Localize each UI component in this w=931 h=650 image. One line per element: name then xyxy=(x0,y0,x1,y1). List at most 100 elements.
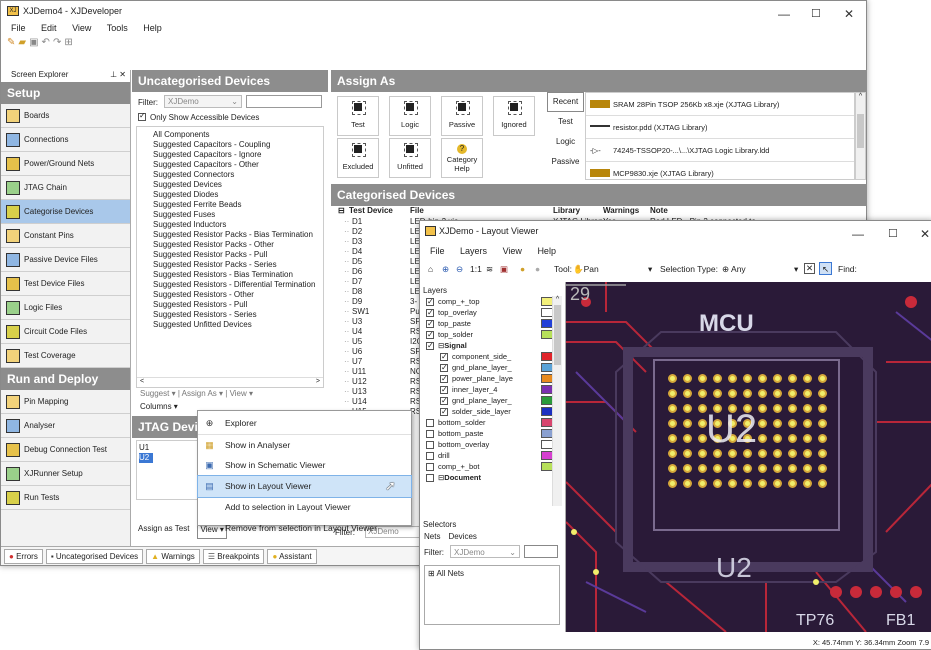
uncat-list-item[interactable]: Suggested Resistor Packs - Bias Terminat… xyxy=(153,230,323,240)
tab-passive[interactable]: Passive xyxy=(547,152,584,172)
close-button[interactable]: ✕ xyxy=(844,7,854,21)
explorer-pin-close[interactable]: ⊥ ✕ xyxy=(110,70,126,79)
clear-selection-icon[interactable]: ✕ xyxy=(804,263,815,274)
menu-help[interactable]: Help xyxy=(143,23,162,33)
pcb-canvas[interactable]: MCU U2 U2 TP76 FB1 29 xyxy=(566,282,931,632)
layer-checkbox[interactable] xyxy=(426,440,434,449)
uncat-list-item[interactable]: All Components xyxy=(153,130,323,140)
only-show-row[interactable]: Only Show Accessible Devices xyxy=(132,110,328,124)
layer-row[interactable]: solder_side_layer xyxy=(426,406,565,417)
ctx-explorer[interactable]: ⊕ Explorer xyxy=(198,413,411,434)
assign-passive-button[interactable]: Passive xyxy=(441,96,483,136)
setup-boards[interactable]: Boards xyxy=(1,104,130,128)
assign-category-help-button[interactable]: ? Category Help xyxy=(441,138,483,178)
layer-row[interactable]: gnd_plane_layer_ xyxy=(426,395,565,406)
tab-logic[interactable]: Logic xyxy=(547,132,584,152)
setup-jtag-chain[interactable]: JTAG Chain xyxy=(1,176,130,200)
layer-checkbox[interactable] xyxy=(440,373,448,384)
uncat-list-item[interactable]: Suggested Resistors - Series xyxy=(153,310,323,320)
home-icon[interactable]: ⌂ xyxy=(428,260,433,278)
layer-row[interactable]: bottom_paste xyxy=(426,428,565,439)
lv-menu-file[interactable]: File xyxy=(430,246,445,256)
uncat-list-item[interactable]: Suggested Resistors - Other xyxy=(153,290,323,300)
layer-checkbox[interactable] xyxy=(426,462,434,471)
setup-test-device-files[interactable]: Test Device Files xyxy=(1,272,130,296)
setup-logic-files[interactable]: Logic Files xyxy=(1,296,130,320)
library-item[interactable]: -▷- 74245-TSSOP20-...\...\XJTAG Logic Lib… xyxy=(586,139,854,162)
layer-row[interactable]: bottom_overlay xyxy=(426,439,565,450)
layer-row[interactable]: ⊟ Signal xyxy=(426,340,565,351)
only-show-checkbox[interactable] xyxy=(138,111,146,121)
next-icon[interactable]: ● xyxy=(535,260,540,278)
layer-row[interactable]: power_plane_laye xyxy=(426,373,565,384)
grid-icon[interactable]: ⊞ xyxy=(64,37,75,48)
tab-devices[interactable]: Devices xyxy=(448,532,476,541)
lv-menu-view[interactable]: View xyxy=(503,246,522,256)
uncat-list-item[interactable]: Suggested Resistor Packs - Pull xyxy=(153,250,323,260)
lv-menu-layers[interactable]: Layers xyxy=(460,246,487,256)
library-item[interactable]: resistor.pdd (XJTAG Library) xyxy=(586,116,854,139)
menu-tools[interactable]: Tools xyxy=(107,23,128,33)
uncat-toolbar[interactable]: Suggest ▾ | Assign As ▾ | View ▾ xyxy=(132,388,328,400)
layer-row[interactable]: gnd_plane_layer_ xyxy=(426,362,565,373)
library-item[interactable]: SRAM 28Pin TSOP 256Kb x8.xje (XJTAG Libr… xyxy=(586,93,854,116)
selection-type-combo[interactable]: ⊕ Any xyxy=(722,260,746,278)
library-scrollbar[interactable]: ^ xyxy=(855,92,866,180)
uncat-list-item[interactable]: Suggested Resistors - Pull xyxy=(153,300,323,310)
layer-checkbox[interactable] xyxy=(426,429,434,438)
assign-unfitted-button[interactable]: Unfitted xyxy=(389,138,431,178)
scroll-left-icon[interactable]: < xyxy=(140,378,144,385)
status-tab-breakpoints[interactable]: ☰ Breakpoints xyxy=(202,548,265,564)
new-icon[interactable]: ✎ xyxy=(7,37,18,48)
image-icon[interactable]: ▣ xyxy=(500,260,508,278)
zoom-in-icon[interactable]: ⊕ xyxy=(442,260,449,278)
status-tab-uncategorised-devices[interactable]: ▪ Uncategorised Devices xyxy=(45,548,144,564)
status-tab-warnings[interactable]: ▲ Warnings xyxy=(146,548,200,564)
scroll-up-icon[interactable]: ^ xyxy=(856,93,865,100)
layer-checkbox[interactable] xyxy=(440,362,448,373)
uncat-list-item[interactable]: Suggested Fuses xyxy=(153,210,323,220)
layer-checkbox[interactable] xyxy=(426,329,434,340)
minimize-button[interactable]: — xyxy=(778,7,790,21)
assign-excluded-button[interactable]: Excluded xyxy=(337,138,379,178)
setup-connections[interactable]: Connections xyxy=(1,128,130,152)
expand-icon[interactable]: ⊞ xyxy=(428,569,435,578)
ctx-show-in-schematic-viewer[interactable]: ▣ Show in Schematic Viewer xyxy=(198,455,411,476)
all-nets-item[interactable]: All Nets xyxy=(436,569,464,578)
uncat-list-item[interactable]: Suggested Devices xyxy=(153,180,323,190)
layer-row[interactable]: top_paste xyxy=(426,318,565,329)
assign-test-button[interactable]: Test xyxy=(337,96,379,136)
save-icon[interactable]: ▣ xyxy=(29,37,41,48)
lv-minimize-button[interactable]: — xyxy=(852,227,864,241)
zoom-1-1-icon[interactable]: 1:1 xyxy=(470,260,482,278)
lv-maximize-button[interactable]: ☐ xyxy=(888,227,898,240)
layer-checkbox[interactable] xyxy=(440,395,448,406)
tab-test[interactable]: Test xyxy=(547,112,584,132)
setup-circuit-code-files[interactable]: Circuit Code Files xyxy=(1,320,130,344)
layers-scroll-thumb[interactable] xyxy=(554,305,561,365)
layer-checkbox[interactable] xyxy=(426,340,434,351)
tab-nets[interactable]: Nets xyxy=(424,532,440,541)
uncat-list-item[interactable]: Suggested Inductors xyxy=(153,220,323,230)
layer-row[interactable]: comp_+_bot xyxy=(426,461,565,472)
menu-file[interactable]: File xyxy=(11,23,26,33)
select-pointer-icon[interactable]: ↖ xyxy=(819,262,832,275)
h-scrollbar[interactable]: < > xyxy=(137,377,323,387)
jtag-item-u2[interactable]: U2 xyxy=(139,453,153,463)
layer-row[interactable]: inner_layer_4 xyxy=(426,384,565,395)
setup-passive-device-files[interactable]: Passive Device Files xyxy=(1,248,130,272)
filter-input[interactable] xyxy=(246,95,322,108)
layer-row[interactable]: bottom_solder xyxy=(426,417,565,428)
undo-icon[interactable]: ↶ xyxy=(42,37,53,48)
assign-ignored-button[interactable]: Ignored xyxy=(493,96,535,136)
uncat-list-item[interactable]: Suggested Capacitors - Ignore xyxy=(153,150,323,160)
run-run-tests[interactable]: Run Tests xyxy=(1,486,130,510)
sel-filter-input[interactable] xyxy=(524,545,558,558)
uncat-list-item[interactable]: Suggested Capacitors - Coupling xyxy=(153,140,323,150)
setup-constant-pins[interactable]: Constant Pins xyxy=(1,224,130,248)
open-icon[interactable]: ▰ xyxy=(18,37,29,48)
tool-chevron-icon[interactable]: ▾ xyxy=(648,260,652,278)
filter-combo[interactable]: XJDemo ⌄ xyxy=(164,95,242,108)
selection-chevron-icon[interactable]: ▾ xyxy=(794,260,798,278)
layer-checkbox[interactable] xyxy=(440,406,448,417)
